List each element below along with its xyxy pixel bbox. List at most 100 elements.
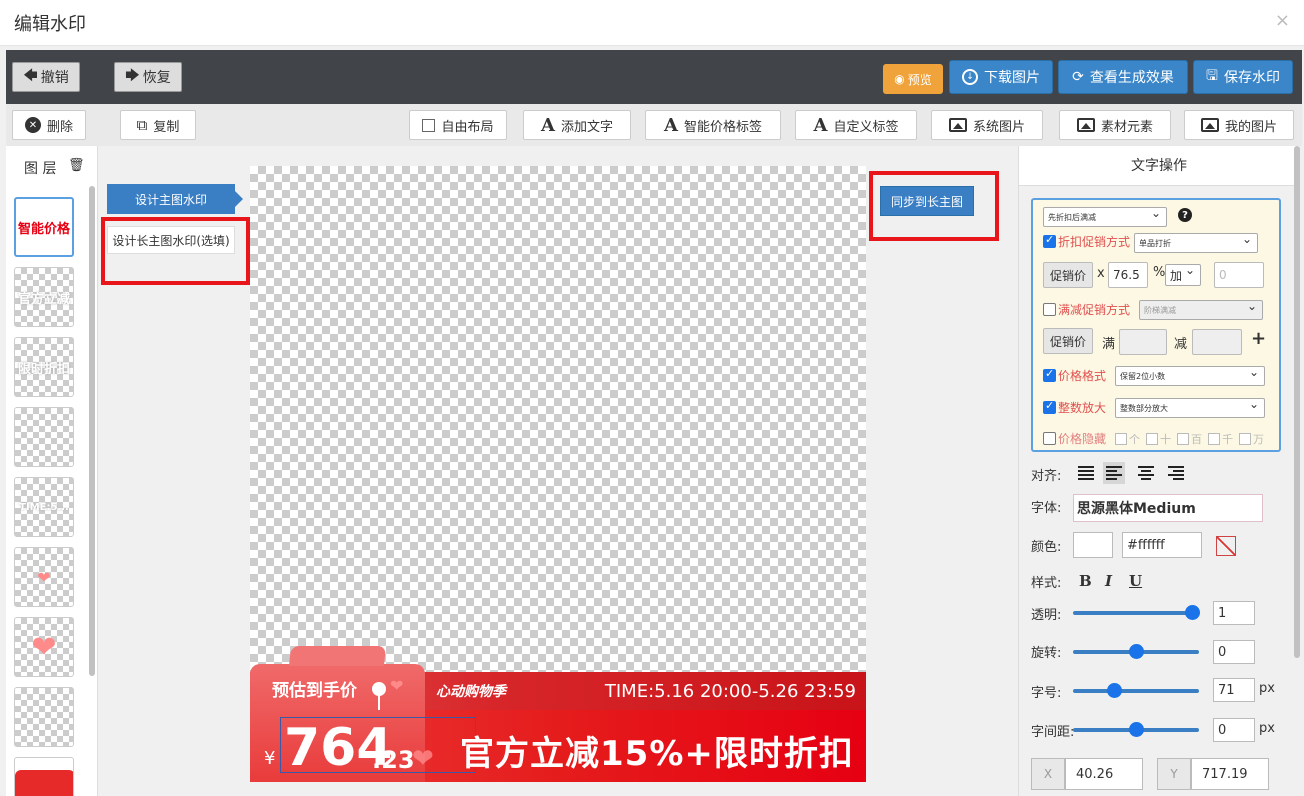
opacity-label: 透明: — [1031, 608, 1062, 623]
unit-qian[interactable]: 千 — [1208, 431, 1233, 447]
price-format-select[interactable]: 保留2位小数 — [1115, 365, 1265, 386]
y-position-input[interactable]: 717.19 — [1191, 758, 1269, 790]
layer-thumb[interactable]: ❤ — [14, 617, 74, 677]
align-center-icon[interactable] — [1135, 462, 1157, 484]
undo-button[interactable]: 🡄 撤销 — [12, 62, 80, 92]
sync-to-long-button[interactable]: 同步到长主图 — [880, 186, 974, 216]
layer-thumb[interactable]: 智能价格 — [14, 197, 74, 257]
slider-knob[interactable] — [1129, 644, 1144, 659]
redo-button[interactable]: 🡆 恢复 — [114, 62, 182, 92]
letter-spacing-slider[interactable] — [1073, 722, 1199, 737]
close-icon[interactable]: × — [1275, 10, 1290, 31]
price-hide-checkbox[interactable] — [1043, 432, 1056, 445]
smart-price-tag-button[interactable]: A 智能价格标签 — [645, 110, 781, 140]
no-color-icon[interactable] — [1216, 536, 1236, 556]
font-label: 字体: — [1031, 501, 1062, 516]
opacity-slider[interactable] — [1073, 605, 1200, 620]
view-result-button[interactable]: ⟳ 查看生成效果 — [1058, 60, 1188, 94]
unit-wan[interactable]: 万 — [1239, 431, 1264, 447]
yen-symbol: ¥ — [264, 748, 276, 769]
promo-price-button[interactable]: 促销价 — [1043, 328, 1093, 354]
my-image-button[interactable]: 我的图片 — [1184, 110, 1294, 140]
plus-icon[interactable]: + — [1251, 328, 1266, 349]
add-text-button[interactable]: A 添加文字 — [523, 110, 631, 140]
promo-price-button[interactable]: 促销价 — [1043, 262, 1093, 288]
copy-button[interactable]: ⧉ 复制 — [120, 110, 196, 140]
layers-scrollbar[interactable] — [89, 186, 95, 676]
save-watermark-button[interactable]: 🖫 保存水印 — [1193, 60, 1293, 94]
underline-button[interactable]: U — [1129, 572, 1142, 590]
heart-icon: ❤ — [31, 629, 57, 665]
y-label: Y — [1157, 758, 1191, 790]
layer-thumb[interactable]: 官方立减 — [14, 267, 74, 327]
int-enlarge-select[interactable]: 整数部分放大 — [1115, 397, 1265, 418]
layers-panel: 图 层 🗑 智能价格 官方立减 限时折扣 TIME:5... ❤ ❤ — [6, 146, 98, 796]
preview-button[interactable]: ◉ 预览 — [883, 64, 943, 94]
price-mode-select[interactable]: 先折扣后满减 — [1043, 206, 1167, 227]
font-size-slider[interactable] — [1073, 683, 1199, 698]
layer-thumb[interactable]: 限时折扣 — [14, 337, 74, 397]
discount-select[interactable]: 单品打折 — [1134, 232, 1258, 253]
redo-arrow-icon: 🡆 — [125, 68, 140, 84]
layer-thumb[interactable] — [14, 687, 74, 747]
panel-scrollbar[interactable] — [1294, 146, 1300, 658]
discount-checkbox[interactable] — [1043, 233, 1056, 248]
color-swatch[interactable] — [1073, 532, 1113, 558]
delete-button[interactable]: ✕ 删除 — [12, 110, 86, 140]
opacity-input[interactable]: 1 — [1213, 601, 1255, 625]
watermark-canvas[interactable]: 预估到手价 ❤ ❤ 心动购物季 TIME:5.16 20:00-5.26 23:… — [250, 166, 866, 782]
help-icon[interactable]: ? — [1178, 208, 1192, 222]
window-title: 编辑水印 — [14, 14, 86, 35]
discount-value-input[interactable]: 76.5 — [1108, 262, 1148, 288]
align-justify-icon[interactable] — [1075, 462, 1097, 484]
event-time: TIME:5.16 20:00-5.26 23:59 — [604, 681, 856, 702]
letter-spacing-input[interactable]: 0 — [1213, 718, 1255, 742]
unit-ge[interactable]: 个 — [1115, 431, 1140, 447]
align-left-icon[interactable] — [1103, 462, 1125, 484]
image-icon — [948, 118, 967, 132]
undo-arrow-icon: 🡄 — [23, 68, 38, 84]
system-image-button[interactable]: 系统图片 — [931, 110, 1043, 140]
font-input[interactable]: 思源黑体Medium — [1073, 494, 1263, 522]
slider-knob[interactable] — [1106, 683, 1122, 698]
custom-tag-button[interactable]: A 自定义标签 — [795, 110, 917, 140]
operator-value-input[interactable]: 0 — [1214, 262, 1264, 288]
operator-select[interactable]: 加 — [1165, 263, 1201, 286]
rotate-slider[interactable] — [1073, 644, 1199, 659]
fullcut-select[interactable]: 阶梯满减 — [1139, 299, 1263, 320]
int-enlarge-checkbox[interactable] — [1043, 399, 1056, 414]
unit-shi[interactable]: 十 — [1146, 431, 1171, 447]
full-amount-input[interactable] — [1119, 329, 1167, 355]
cut-amount-input[interactable] — [1192, 329, 1242, 355]
letter-a-icon: A — [664, 114, 678, 136]
download-image-button[interactable]: ↓ 下载图片 — [949, 60, 1053, 94]
italic-button[interactable]: I — [1105, 572, 1112, 590]
slider-knob[interactable] — [1129, 722, 1144, 737]
pin-line — [378, 694, 380, 710]
estimated-price-label: 预估到手价 — [272, 681, 357, 701]
color-hex-input[interactable]: #ffffff — [1122, 532, 1202, 558]
free-layout-toggle[interactable]: 自由布局 — [409, 110, 507, 140]
layer-thumb[interactable]: TIME:5... — [14, 477, 74, 537]
selection-box[interactable] — [280, 717, 476, 773]
floppy-disk-icon: 🖫 — [1206, 68, 1218, 84]
price-format-checkbox[interactable] — [1043, 367, 1056, 382]
layer-thumb[interactable] — [14, 407, 74, 467]
slider-knob[interactable] — [1185, 605, 1200, 620]
x-position-input[interactable]: 40.26 — [1065, 758, 1143, 790]
tab-design-long-watermark[interactable]: 设计长主图水印(选填) — [107, 226, 235, 254]
price-banner[interactable]: 预估到手价 ❤ ❤ 心动购物季 TIME:5.16 20:00-5.26 23:… — [250, 646, 866, 782]
rotate-input[interactable]: 0 — [1213, 640, 1255, 664]
bold-button[interactable]: B — [1079, 572, 1092, 590]
font-size-unit: px — [1259, 681, 1275, 696]
work-area: 设计主图水印 设计长主图水印(选填) 预估到手价 ❤ ❤ 心动购物季 TIME:… — [98, 146, 1018, 796]
fullcut-checkbox[interactable] — [1043, 303, 1056, 316]
layer-thumb[interactable]: ❤ — [14, 547, 74, 607]
unit-bai[interactable]: 百 — [1177, 431, 1202, 447]
font-size-input[interactable]: 71 — [1213, 678, 1255, 702]
trash-icon[interactable]: 🗑 — [68, 158, 85, 173]
tab-design-main-watermark[interactable]: 设计主图水印 — [107, 184, 243, 214]
material-element-button[interactable]: 素材元素 — [1059, 110, 1171, 140]
align-right-icon[interactable] — [1165, 462, 1187, 484]
layer-thumb[interactable] — [14, 757, 74, 796]
